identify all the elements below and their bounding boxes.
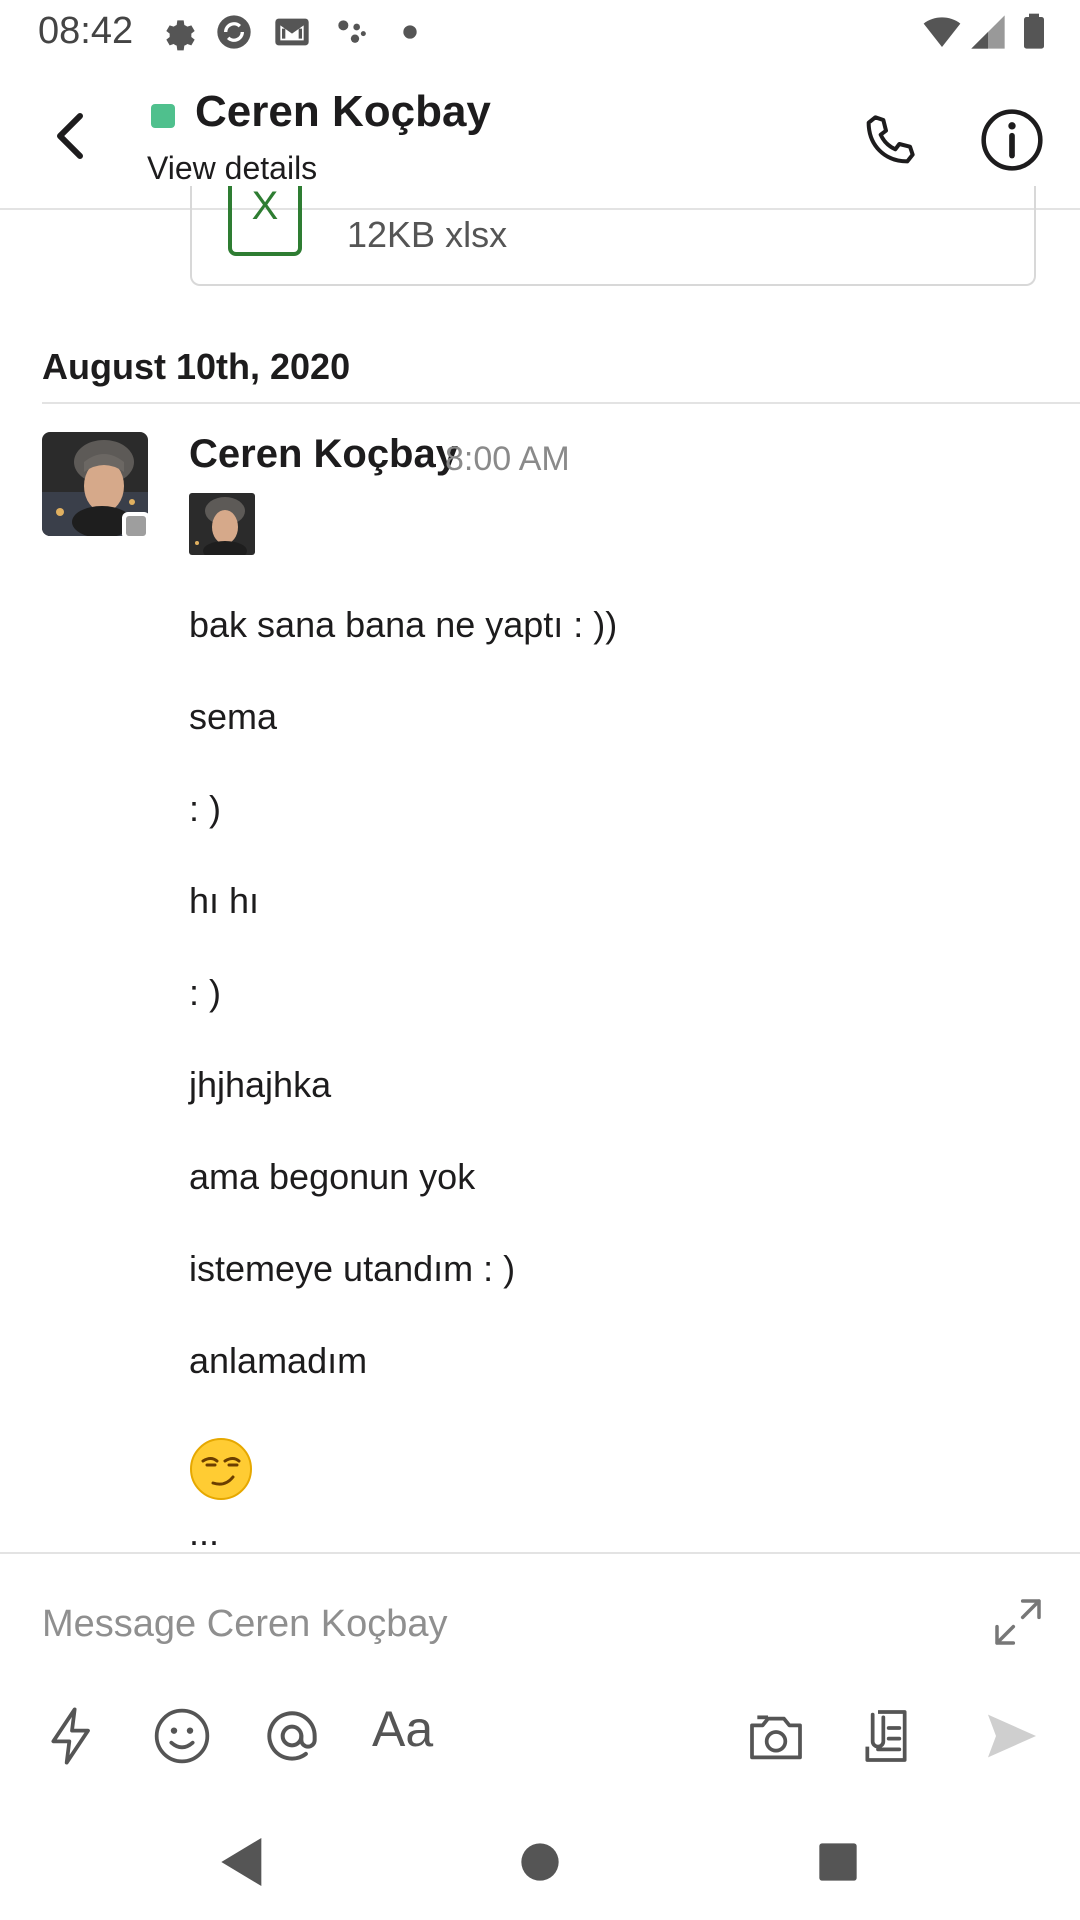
info-icon[interactable] (978, 106, 1046, 174)
nav-back-icon[interactable] (208, 1830, 272, 1894)
message-text: bak sana bana ne yaptı : )) (189, 604, 618, 645)
wifi-icon (922, 12, 962, 52)
dot-icon (390, 12, 430, 52)
date-divider-rule (42, 402, 1080, 404)
battery-icon (1014, 12, 1054, 52)
gmail-icon (272, 12, 312, 52)
message-text: : ) (189, 972, 221, 1013)
phone-icon[interactable] (858, 108, 922, 172)
system-nav-bar (0, 1804, 1080, 1920)
emoji-icon[interactable] (150, 1704, 214, 1768)
message-text: jhjhajhka (189, 1064, 332, 1105)
message-text: sema (189, 696, 278, 737)
status-time: 08:42 (38, 10, 134, 52)
presence-indicator (151, 104, 175, 128)
assistant-icon (330, 12, 370, 52)
message-text: hı hı (189, 880, 260, 921)
date-divider: August 10th, 2020 (42, 346, 351, 387)
message-text: anlamadım (189, 1340, 368, 1381)
message-author[interactable]: Ceren Koçbay (189, 432, 458, 477)
message-text: ama begonun yok (189, 1156, 476, 1197)
signal-icon (968, 12, 1008, 52)
expand-icon[interactable] (990, 1594, 1046, 1650)
message-input[interactable] (42, 1594, 942, 1654)
format-icon[interactable]: Aa (372, 1700, 433, 1758)
send-icon[interactable] (980, 1704, 1044, 1768)
attach-icon[interactable] (854, 1704, 918, 1768)
message-timestamp: 8:00 AM (445, 440, 570, 478)
back-icon[interactable] (48, 104, 96, 168)
nav-recents-icon[interactable] (806, 1830, 870, 1894)
sync-icon (214, 12, 254, 52)
clipped-message-text: ... (0, 1540, 1080, 1552)
smirking-face-emoji-icon (189, 1437, 253, 1501)
file-attachment-card[interactable]: X 12KB xlsx (190, 186, 1036, 286)
message-composer: Aa (0, 1552, 1080, 1804)
avatar-status-badge (122, 512, 150, 540)
view-details-link[interactable]: View details (147, 150, 317, 187)
mention-icon[interactable] (260, 1704, 324, 1768)
file-meta: 12KB xlsx (347, 214, 508, 255)
message-text: : ) (189, 788, 221, 829)
message-image-thumbnail[interactable] (189, 493, 255, 555)
conversation-title[interactable]: Ceren Koçbay (195, 87, 491, 137)
settings-icon (158, 12, 198, 52)
nav-home-icon[interactable] (508, 1830, 572, 1894)
status-bar: 08:42 (0, 0, 1080, 62)
message-text: istemeye utandım : ) (189, 1248, 516, 1289)
camera-icon[interactable] (744, 1704, 808, 1768)
shortcuts-icon[interactable] (40, 1704, 104, 1768)
excel-file-icon: X (228, 186, 302, 256)
